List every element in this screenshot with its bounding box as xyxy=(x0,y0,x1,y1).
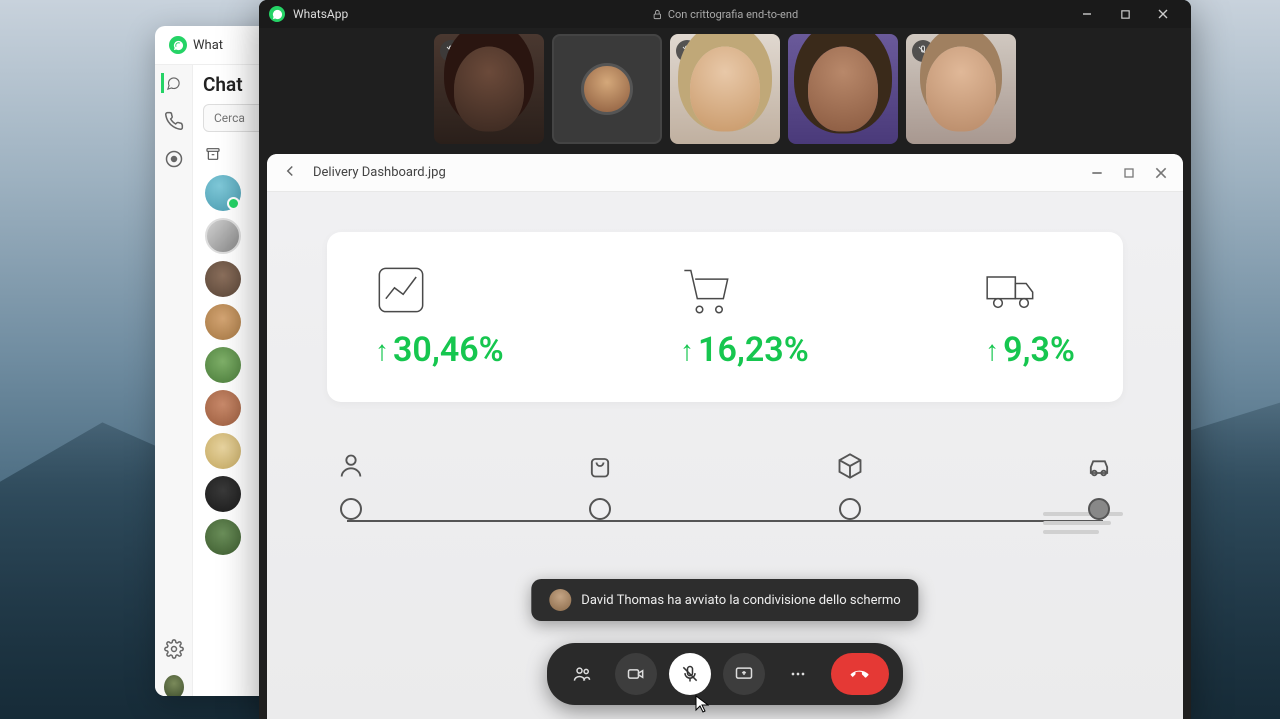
mic-muted-icon xyxy=(676,40,698,62)
call-window: WhatsApp Con crittografia end-to-end D xyxy=(259,0,1191,719)
chat-avatar[interactable] xyxy=(205,347,241,383)
mic-muted-icon xyxy=(440,40,462,62)
call-app-title: WhatsApp xyxy=(293,7,348,21)
truck-icon xyxy=(985,264,1037,316)
up-arrow-icon: ↑ xyxy=(985,334,999,367)
participant-tile[interactable] xyxy=(434,34,544,144)
call-controls-bar xyxy=(547,643,903,705)
self-avatar xyxy=(581,63,633,115)
minimize-button[interactable] xyxy=(1069,2,1105,26)
kpi-item: ↑30,46% xyxy=(375,264,504,370)
kpi-value: 30,46% xyxy=(393,330,504,370)
progress-line xyxy=(347,520,1103,522)
progress-step xyxy=(1085,452,1113,520)
up-arrow-icon: ↑ xyxy=(680,334,694,367)
chat-avatar[interactable] xyxy=(205,476,241,512)
participant-tile[interactable] xyxy=(788,34,898,144)
screen-share-toast: David Thomas ha avviato la condivisione … xyxy=(531,579,918,621)
toast-text: David Thomas ha avviato la condivisione … xyxy=(581,593,900,608)
nav-calls-icon[interactable] xyxy=(164,111,184,131)
whatsapp-logo-icon xyxy=(269,6,285,22)
chat-avatar[interactable] xyxy=(205,175,241,211)
cart-icon xyxy=(680,264,732,316)
participants-button[interactable] xyxy=(561,653,603,695)
shared-close-button[interactable] xyxy=(1153,165,1169,181)
chat-avatar[interactable] xyxy=(205,433,241,469)
close-button[interactable] xyxy=(1145,2,1181,26)
delivery-progress xyxy=(327,452,1123,520)
kpi-item: ↑9,3% xyxy=(985,264,1075,370)
shared-maximize-button[interactable] xyxy=(1121,165,1137,181)
progress-step xyxy=(337,452,365,520)
participant-tile[interactable] xyxy=(670,34,780,144)
mic-toggle-button[interactable] xyxy=(669,653,711,695)
chat-avatar[interactable] xyxy=(205,390,241,426)
chat-avatar[interactable] xyxy=(205,261,241,297)
kpi-card: ↑30,46% ↑16,23% ↑9,3% xyxy=(327,232,1123,402)
step-dot xyxy=(839,498,861,520)
screen-share-button[interactable] xyxy=(723,653,765,695)
kpi-value: 16,23% xyxy=(698,330,809,370)
shared-minimize-button[interactable] xyxy=(1089,165,1105,181)
whatsapp-logo-icon xyxy=(169,36,187,54)
kpi-value: 9,3% xyxy=(1003,330,1075,370)
encryption-label: Con crittografia end-to-end xyxy=(652,8,798,21)
back-button[interactable] xyxy=(281,162,299,184)
progress-step xyxy=(586,452,614,520)
maximize-button[interactable] xyxy=(1107,2,1143,26)
more-options-button[interactable] xyxy=(777,653,819,695)
bag-icon xyxy=(586,452,614,480)
car-icon xyxy=(1085,452,1113,480)
chat-avatar[interactable] xyxy=(205,304,241,340)
text-placeholder-lines xyxy=(1043,512,1123,539)
participant-tile-self[interactable] xyxy=(552,34,662,144)
nav-settings-icon[interactable] xyxy=(164,639,184,659)
shared-screen-titlebar: Delivery Dashboard.jpg xyxy=(267,154,1183,192)
step-dot-active xyxy=(1088,498,1110,520)
lock-icon xyxy=(652,9,663,20)
whatsapp-main-title: What xyxy=(193,38,223,53)
chart-icon xyxy=(375,264,427,316)
shared-file-title: Delivery Dashboard.jpg xyxy=(313,165,446,180)
shared-screen-panel: Delivery Dashboard.jpg ↑30,46% ↑16,23% xyxy=(267,154,1183,719)
toast-avatar xyxy=(549,589,571,611)
progress-step xyxy=(836,452,864,520)
whatsapp-nav-rail xyxy=(155,65,193,696)
participant-tile[interactable] xyxy=(906,34,1016,144)
video-toggle-button[interactable] xyxy=(615,653,657,695)
nav-status-icon[interactable] xyxy=(164,149,184,169)
mic-muted-icon xyxy=(912,40,934,62)
nav-profile-icon[interactable] xyxy=(164,677,184,696)
up-arrow-icon: ↑ xyxy=(375,334,389,367)
chat-avatar[interactable] xyxy=(205,519,241,555)
kpi-item: ↑16,23% xyxy=(680,264,809,370)
person-icon xyxy=(337,452,365,480)
dashboard-content: ↑30,46% ↑16,23% ↑9,3% xyxy=(267,192,1183,719)
step-dot xyxy=(340,498,362,520)
participants-strip xyxy=(259,28,1191,154)
chat-avatar[interactable] xyxy=(205,218,241,254)
nav-chats-icon[interactable] xyxy=(161,73,181,93)
end-call-button[interactable] xyxy=(831,653,889,695)
mouse-cursor-icon xyxy=(695,695,709,713)
call-titlebar: WhatsApp Con crittografia end-to-end xyxy=(259,0,1191,28)
package-icon xyxy=(836,452,864,480)
step-dot xyxy=(589,498,611,520)
